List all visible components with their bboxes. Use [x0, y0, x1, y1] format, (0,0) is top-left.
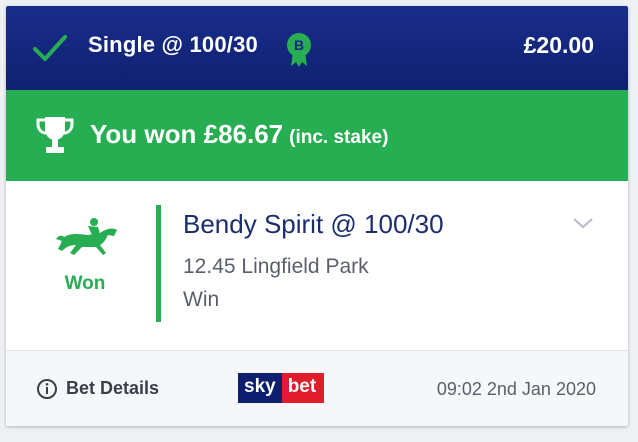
- selection-result: Won: [64, 273, 106, 294]
- scrollbar-track[interactable]: [634, 0, 638, 442]
- logo-bet: bet: [281, 373, 325, 403]
- winnings-amount: You won £86.67: [90, 119, 284, 149]
- bet-timestamp: 09:02 2nd Jan 2020: [436, 379, 596, 399]
- boost-badge-icon: B: [287, 33, 311, 67]
- check-icon: [33, 35, 67, 61]
- selection-name: Bendy Spirit @ 100/30: [183, 209, 444, 239]
- horse-racing-icon: [56, 218, 117, 255]
- bet-footer: Bet Details sky bet 09:02 2nd Jan 2020: [6, 350, 628, 426]
- bet-details-link[interactable]: Bet Details: [66, 378, 159, 399]
- chevron-down-icon[interactable]: [572, 216, 594, 230]
- win-banner: You won £86.67 (inc. stake): [6, 90, 628, 181]
- logo-sky: sky: [238, 373, 282, 403]
- winnings-note: (inc. stake): [289, 127, 389, 148]
- race-info: 12.45 Lingfield Park: [183, 255, 369, 278]
- trophy-icon: [36, 117, 74, 153]
- skybet-logo: sky bet: [238, 373, 325, 403]
- selection-row[interactable]: Won Bendy Spirit @ 100/30 12.45 Lingfiel…: [6, 181, 628, 351]
- bet-type-title: Single @ 100/30: [88, 32, 258, 57]
- market-name: Win: [183, 288, 220, 311]
- winnings-text: You won £86.67 (inc. stake): [90, 119, 388, 150]
- result-indicator-bar: [156, 205, 161, 322]
- bet-header: Single @ 100/30 B £20.00: [6, 6, 628, 90]
- info-icon[interactable]: [36, 378, 58, 400]
- stake-amount: £20.00: [523, 32, 594, 58]
- bet-card: Single @ 100/30 B £20.00 You won £86.67(…: [6, 6, 628, 426]
- badge-letter: B: [294, 37, 304, 53]
